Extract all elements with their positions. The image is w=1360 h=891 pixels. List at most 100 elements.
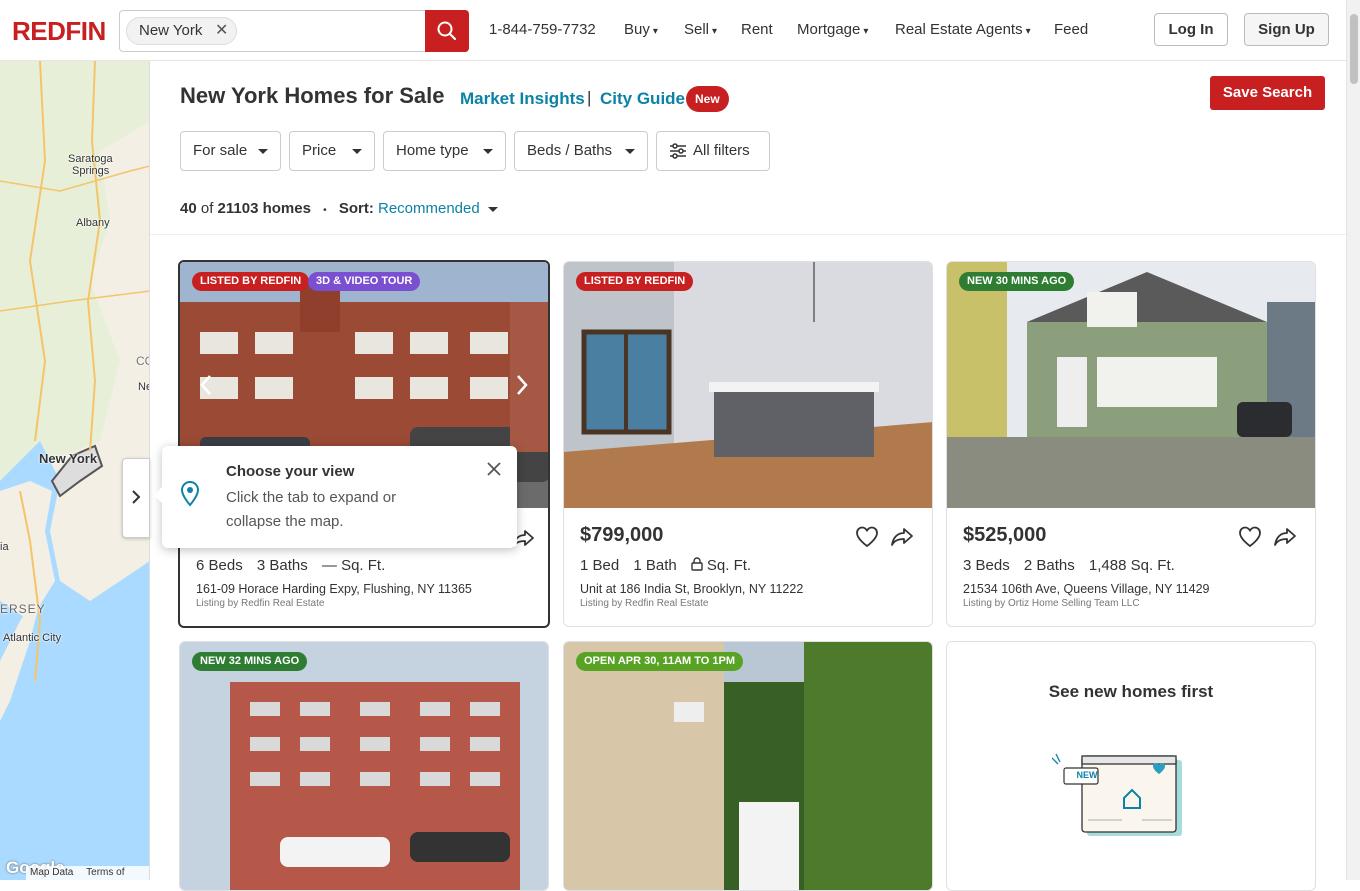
listed-by-redfin-tag: LISTED BY REDFIN (192, 272, 310, 291)
caret-down-icon (258, 149, 268, 154)
filter-beds-baths-label: Beds / Baths (527, 142, 613, 159)
listing-stats: 1 Bed 1 Bath Sq. Ft. (580, 557, 761, 574)
listing-address[interactable]: Unit at 186 India St, Brooklyn, NY 11222 (580, 582, 803, 596)
search-box[interactable]: New York ✕ (119, 10, 469, 52)
new-homes-illustration (1052, 753, 1182, 836)
close-icon[interactable] (485, 460, 503, 478)
search-location-chip[interactable]: New York ✕ (126, 17, 238, 45)
filter-beds-baths[interactable]: Beds / Baths (514, 131, 648, 171)
nav-rent-label: Rent (741, 21, 773, 38)
results-shown: 40 (180, 200, 197, 217)
heart-icon[interactable] (854, 524, 880, 550)
nav-feed[interactable]: Feed (1054, 21, 1088, 38)
listing-card[interactable]: NEW 32 MINS AGO (179, 641, 549, 891)
phone-number-link[interactable]: 1-844-759-7732 (489, 21, 596, 38)
sort-label: Sort: (338, 200, 374, 217)
chevron-right-icon[interactable] (508, 372, 534, 398)
share-icon[interactable] (889, 524, 915, 550)
results-dot: • (323, 205, 327, 216)
nav-buy[interactable]: Buy ▾ (624, 21, 658, 38)
listing-baths: 2 Baths (1023, 557, 1075, 574)
listing-address[interactable]: 21534 106th Ave, Queens Village, NY 1142… (963, 582, 1210, 596)
map-label-co: CO (136, 354, 149, 368)
filter-home-type[interactable]: Home type (383, 131, 506, 171)
redfin-logo[interactable]: REDFIN (12, 16, 106, 47)
save-search-button[interactable]: Save Search (1210, 76, 1325, 110)
map-data-link[interactable]: Map Data (30, 867, 73, 878)
nav-sell[interactable]: Sell ▾ (684, 21, 717, 38)
caret-down-icon (483, 149, 493, 154)
market-insights-link[interactable]: Market Insights (460, 89, 585, 109)
listing-photo[interactable]: OPEN APR 30, 11AM TO 1PM (564, 642, 932, 890)
city-guide-link[interactable]: City Guide (600, 89, 685, 109)
results-of: of (200, 200, 214, 217)
listing-beds: 3 Beds (963, 557, 1010, 574)
map-label-ne: Ne (138, 381, 149, 393)
listing-price: $525,000 (963, 524, 1047, 546)
nav-real-estate-agents[interactable]: Real Estate Agents ▾ (895, 21, 1031, 38)
new-listing-tag: NEW 32 MINS AGO (192, 652, 308, 671)
listing-stats: 6 Beds 3 Baths — Sq. Ft. (196, 557, 395, 574)
apartment-building-photo (180, 642, 548, 890)
nav-feed-label: Feed (1054, 21, 1089, 38)
signup-button[interactable]: Sign Up (1244, 13, 1329, 46)
new-homes-promo-card[interactable]: See new homes first NEW (946, 641, 1316, 891)
page-title: New York Homes for Sale (180, 83, 445, 108)
chevron-left-icon[interactable] (194, 372, 220, 398)
caret-down-icon (352, 149, 362, 154)
login-button[interactable]: Log In (1154, 13, 1228, 46)
listing-card[interactable]: NEW 30 MINS AGO $525,000 3 Beds 2 Baths … (946, 261, 1316, 627)
header-separator: | (587, 88, 592, 107)
listing-photo[interactable]: NEW 32 MINS AGO (180, 642, 548, 890)
listing-sqft: — Sq. Ft. (321, 557, 386, 574)
map-attribution: Map Data Terms of Use (26, 866, 149, 880)
all-filters-button[interactable]: All filters (656, 131, 770, 171)
listing-card[interactable]: LISTED BY REDFIN 3D & VIDEO TOUR 6 Beds … (178, 260, 550, 628)
sort-dropdown[interactable]: Recommended (378, 200, 480, 217)
top-navigation-bar: REDFIN New York ✕ 1-844-759-7732 Buy ▾ Se… (0, 0, 1346, 61)
map-label-jersey: ERSEY (0, 602, 46, 616)
listing-card[interactable]: OPEN APR 30, 11AM TO 1PM (563, 641, 933, 891)
map-label-new-york: New York (39, 451, 98, 466)
listing-photo[interactable]: NEW 30 MINS AGO (947, 262, 1315, 508)
choose-view-popover: Choose your view Click the tab to expand… (154, 446, 517, 548)
search-chip-label: New York (139, 22, 203, 39)
listing-beds: 1 Bed (580, 557, 620, 574)
results-total: 21103 homes (217, 200, 311, 217)
listed-by-redfin-tag: LISTED BY REDFIN (576, 272, 694, 291)
expand-map-tab[interactable] (122, 458, 150, 538)
video-tour-tag: 3D & VIDEO TOUR (308, 272, 421, 291)
search-button[interactable] (425, 10, 469, 52)
filter-for-sale-label: For sale (193, 142, 248, 159)
caret-down-icon (625, 149, 635, 154)
map-label-albany: Albany (76, 217, 110, 229)
share-icon[interactable] (1272, 524, 1298, 550)
listing-broker: Listing by Redfin Real Estate (580, 598, 709, 609)
listing-photo[interactable]: LISTED BY REDFIN (564, 262, 932, 508)
listing-broker: Listing by Ortiz Home Selling Team LLC (963, 598, 1140, 609)
page-scrollbar[interactable] (1346, 0, 1360, 880)
heart-icon[interactable] (1237, 524, 1263, 550)
chevron-down-icon: ▾ (1025, 26, 1031, 37)
filter-for-sale[interactable]: For sale (180, 131, 281, 171)
listing-price: $799,000 (580, 524, 664, 546)
chevron-down-icon: ▾ (652, 26, 658, 37)
sort-caret-icon[interactable] (487, 206, 498, 212)
remove-chip-icon[interactable]: ✕ (215, 18, 228, 44)
popover-title: Choose your view (226, 463, 355, 480)
sliders-icon (670, 143, 686, 159)
filter-price[interactable]: Price (289, 131, 375, 171)
scrollbar-thumb[interactable] (1350, 14, 1358, 84)
nav-mortgage[interactable]: Mortgage ▾ (797, 21, 868, 38)
nav-mortgage-label: Mortgage (797, 21, 861, 38)
new-badge: New (686, 86, 729, 112)
listing-broker: Listing by Redfin Real Estate (196, 598, 325, 609)
nav-rent[interactable]: Rent (741, 21, 773, 38)
listing-baths: 3 Baths (256, 557, 308, 574)
location-pin-icon (180, 480, 200, 507)
results-divider (150, 234, 1346, 235)
filter-home-type-label: Home type (396, 142, 469, 159)
house-photo-green-siding (947, 262, 1315, 508)
listing-card[interactable]: LISTED BY REDFIN $799,000 1 Bed 1 Bath S… (563, 261, 933, 627)
listing-address[interactable]: 161-09 Horace Harding Expy, Flushing, NY… (196, 582, 472, 596)
